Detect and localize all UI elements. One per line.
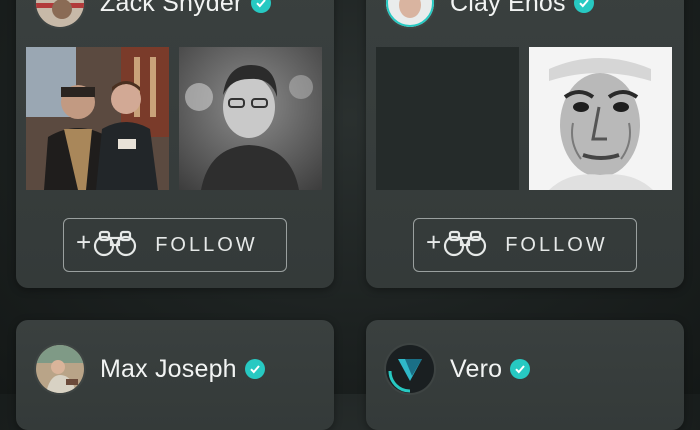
profile-name[interactable]: Max Joseph — [100, 355, 237, 384]
avatar[interactable] — [34, 0, 86, 29]
profile-card-max-joseph[interactable]: Max Joseph — [16, 320, 334, 430]
profile-card-zack-snyder[interactable]: Zack Snyder + FOLLOW — [16, 0, 334, 288]
verified-check-icon — [244, 359, 265, 379]
profile-name[interactable]: Vero — [450, 355, 502, 384]
profile-card-clay-enos[interactable]: Clay Enos + FOLLOW — [366, 0, 684, 288]
follow-label: FOLLOW — [505, 233, 608, 256]
post-photo[interactable] — [529, 47, 672, 190]
profile-header[interactable]: Max Joseph — [34, 343, 265, 395]
verified-check-icon — [573, 0, 594, 13]
binoculars-icon — [443, 229, 487, 262]
profile-header[interactable]: Zack Snyder — [34, 0, 271, 29]
follow-button[interactable]: + FOLLOW — [63, 218, 287, 272]
post-photo[interactable] — [376, 47, 519, 190]
verified-check-icon — [510, 359, 531, 379]
avatar[interactable] — [384, 343, 436, 395]
avatar[interactable] — [34, 343, 86, 395]
follow-label: FOLLOW — [155, 233, 258, 256]
profile-name[interactable]: Clay Enos — [450, 0, 566, 18]
plus-icon: + — [76, 227, 92, 257]
post-photo[interactable] — [26, 47, 169, 190]
profile-header[interactable]: Clay Enos — [384, 0, 594, 29]
binoculars-icon — [93, 229, 137, 262]
profile-name[interactable]: Zack Snyder — [100, 0, 243, 18]
avatar[interactable] — [384, 0, 436, 29]
plus-icon: + — [426, 227, 442, 257]
profile-card-vero[interactable]: Vero — [366, 320, 684, 430]
post-photo[interactable] — [179, 47, 322, 190]
follow-button[interactable]: + FOLLOW — [413, 218, 637, 272]
verified-check-icon — [250, 0, 271, 13]
profile-header[interactable]: Vero — [384, 343, 531, 395]
